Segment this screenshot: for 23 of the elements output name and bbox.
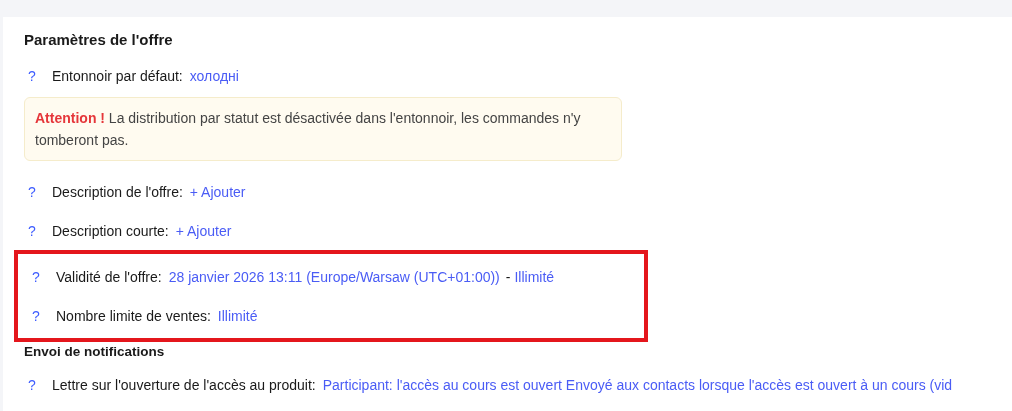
field-label: Validité de l'offre:	[56, 268, 162, 285]
field-label: Nombre limite de ventes:	[56, 307, 211, 324]
help-icon[interactable]: ?	[28, 307, 56, 324]
field-label: Description courte:	[52, 222, 169, 239]
help-icon[interactable]: ?	[24, 376, 52, 393]
value-link[interactable]: + Ajouter	[175, 222, 232, 239]
help-icon[interactable]: ?	[28, 268, 56, 285]
value-link[interactable]: Illimité	[217, 307, 258, 324]
value-link[interactable]: + Ajouter	[189, 183, 246, 200]
help-icon[interactable]: ?	[24, 67, 52, 84]
value-link[interactable]: 28 janvier 2026 13:11 (Europe/Warsaw (UTC+01:00))	[168, 268, 500, 285]
help-icon[interactable]: ?	[24, 222, 52, 239]
field-label: Description de l'offre:	[52, 183, 183, 200]
separator-text: -	[505, 268, 511, 285]
field-label: Entonnoir par défaut:	[52, 67, 183, 84]
value-link[interactable]: холодні	[189, 67, 239, 84]
help-icon[interactable]: ?	[24, 183, 52, 200]
warning-notice: Attention ! La distribution par statut est désactivée dans l'entonnoir, les commandes n'y tomberont pas.	[24, 97, 622, 161]
section-title: Paramètres de l'offre	[24, 30, 174, 50]
field-label: Lettre sur l'ouverture de l'accès au produit:	[52, 376, 316, 393]
section-title: Envoi de notifications	[24, 344, 166, 359]
value-link[interactable]: Illimité	[514, 268, 555, 285]
value-link[interactable]: Participant: l'accès au cours est ouvert Envoyé aux contacts lorsque l'accès est ouvert à un cours (vid	[322, 376, 953, 393]
